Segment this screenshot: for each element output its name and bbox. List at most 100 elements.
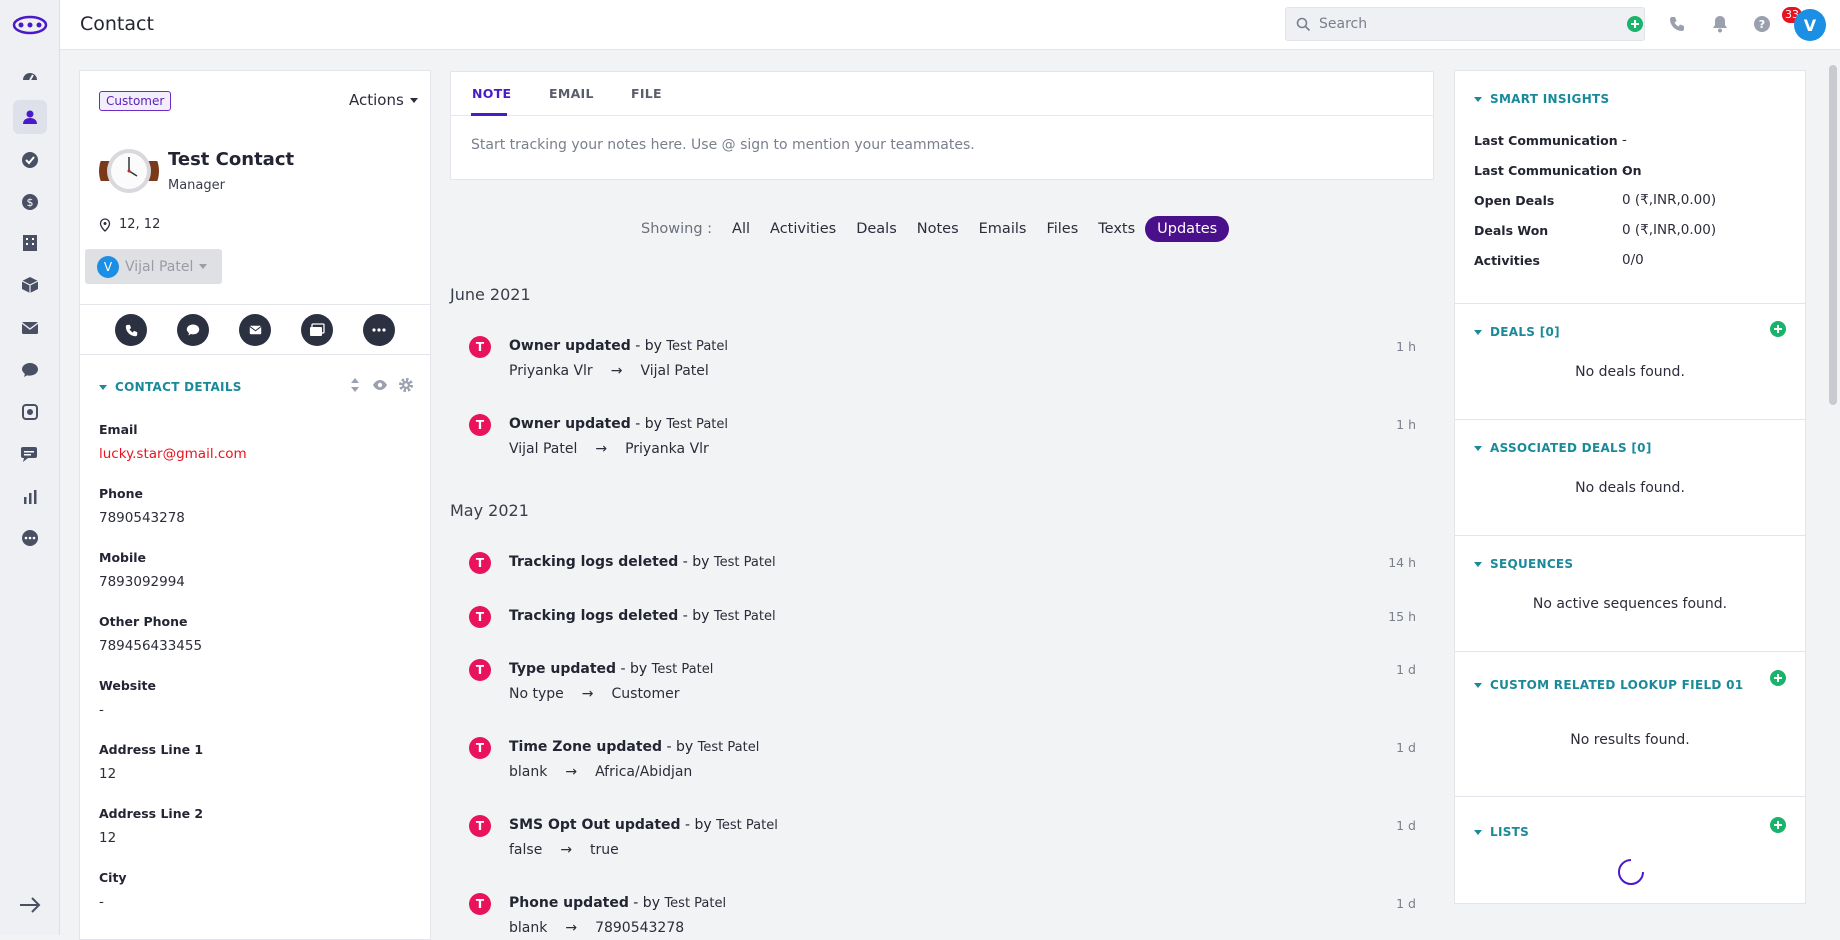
settings-gear-icon[interactable] <box>398 377 414 393</box>
email-link[interactable]: lucky.star@gmail.com <box>99 446 247 462</box>
more-actions-button[interactable] <box>363 314 395 346</box>
arrow-icon: → <box>565 920 578 935</box>
event-user: Test Patel <box>664 896 727 911</box>
event-by: - by <box>630 416 667 432</box>
owner-select[interactable]: V Vijal Patel <box>85 249 222 284</box>
chat-icon[interactable] <box>19 359 41 381</box>
reports-icon[interactable] <box>19 486 41 508</box>
caret-down-icon <box>99 384 107 390</box>
user-avatar: T <box>469 815 491 837</box>
phone-icon[interactable] <box>1666 13 1688 35</box>
event-by: - by <box>678 554 714 570</box>
filter-updates[interactable]: Updates <box>1145 216 1230 242</box>
app-logo[interactable] <box>12 14 48 36</box>
sort-icon[interactable] <box>348 377 362 393</box>
deals-section: DEALS [0] No deals found. <box>1455 304 1805 420</box>
divider <box>451 115 1433 116</box>
arrow-icon: → <box>560 842 573 858</box>
call-button[interactable] <box>115 314 147 346</box>
filter-emails[interactable]: Emails <box>969 216 1037 242</box>
deals-icon[interactable]: $ <box>19 191 41 213</box>
contacts-icon[interactable] <box>13 100 47 134</box>
automation-icon[interactable] <box>19 401 41 423</box>
arrow-icon: → <box>581 686 594 702</box>
details-tools <box>348 377 414 393</box>
search-box[interactable] <box>1285 7 1645 41</box>
change-to: true <box>590 842 619 858</box>
event-title: Tracking logs deleted <box>509 554 679 570</box>
event-title: Type updated <box>509 661 617 677</box>
add-icon[interactable] <box>1624 13 1646 35</box>
event-time: 14 h <box>1388 555 1416 570</box>
contact-photo[interactable] <box>99 141 159 201</box>
svg-text:?: ? <box>1759 18 1765 31</box>
stacked-mail-icon <box>310 323 325 336</box>
products-icon[interactable] <box>19 274 41 296</box>
scrollbar-thumb[interactable] <box>1829 65 1837 405</box>
left-nav: $ <box>0 0 60 935</box>
section-title: ASSOCIATED DEALS [0] <box>1490 441 1652 455</box>
add-deal-icon[interactable] <box>1770 321 1786 337</box>
phone-icon <box>125 324 137 336</box>
field-value: 7890543278 <box>99 510 185 526</box>
search-input[interactable] <box>1319 16 1619 32</box>
smart-insights-toggle[interactable]: SMART INSIGHTS <box>1474 92 1609 106</box>
divider <box>80 304 430 305</box>
event-title: Owner updated <box>509 416 631 432</box>
more-icon[interactable] <box>19 527 41 549</box>
deals-toggle[interactable]: DEALS [0] <box>1474 325 1560 339</box>
event-user: Test Patel <box>651 662 714 677</box>
owner-avatar: V <box>97 255 119 278</box>
email-button[interactable] <box>239 314 271 346</box>
insight-value: 0 (₹,INR,0.00) <box>1622 222 1717 238</box>
tasks-icon[interactable] <box>19 149 41 171</box>
dashboard-icon[interactable] <box>19 65 41 87</box>
filter-activities[interactable]: Activities <box>760 216 846 242</box>
section-title: CUSTOM RELATED LOOKUP FIELD 01 <box>1490 678 1744 692</box>
eye-icon[interactable] <box>372 377 388 393</box>
page-scrollbar[interactable] <box>1826 60 1840 935</box>
note-composer: NOTE EMAIL FILE Start tracking your note… <box>450 71 1434 180</box>
filter-files[interactable]: Files <box>1036 216 1088 242</box>
tab-email[interactable]: EMAIL <box>549 86 594 101</box>
caret-down-icon <box>1474 96 1482 102</box>
filter-deals[interactable]: Deals <box>846 216 907 242</box>
actions-menu[interactable]: Actions <box>349 91 418 109</box>
tab-note[interactable]: NOTE <box>472 86 511 101</box>
change-from: false <box>509 842 543 858</box>
contact-tag[interactable]: Customer <box>99 91 172 111</box>
arrow-icon: → <box>565 764 578 780</box>
add-lookup-icon[interactable] <box>1770 670 1786 686</box>
notifications-icon[interactable] <box>1709 13 1731 35</box>
note-input[interactable]: Start tracking your notes here. Use @ si… <box>471 137 975 153</box>
field-other-phone: Other Phone 789456433455 <box>99 614 202 654</box>
help-icon[interactable]: ? <box>1751 13 1773 35</box>
add-list-icon[interactable] <box>1770 817 1786 833</box>
user-avatar[interactable]: V <box>1794 9 1826 41</box>
email-icon[interactable] <box>19 317 41 339</box>
section-title: SEQUENCES <box>1490 557 1574 571</box>
contact-role: Manager <box>168 178 225 193</box>
sms-icon[interactable] <box>19 443 41 465</box>
lists-toggle[interactable]: LISTS <box>1474 825 1529 839</box>
tab-file[interactable]: FILE <box>631 86 662 101</box>
associated-deals-toggle[interactable]: ASSOCIATED DEALS [0] <box>1474 441 1652 455</box>
custom-lookup-toggle[interactable]: CUSTOM RELATED LOOKUP FIELD 01 <box>1474 678 1743 692</box>
bulk-email-button[interactable] <box>301 314 333 346</box>
contact-details-toggle[interactable]: CONTACT DETAILS <box>99 380 242 394</box>
sms-button[interactable] <box>177 314 209 346</box>
filter-notes[interactable]: Notes <box>907 216 969 242</box>
change-from: Priyanka Vlr <box>509 363 593 379</box>
filter-all[interactable]: All <box>722 216 760 242</box>
event-user: Test Patel <box>697 740 760 755</box>
page-title: Contact <box>80 13 154 35</box>
expand-nav-icon[interactable] <box>18 895 42 919</box>
sequences-toggle[interactable]: SEQUENCES <box>1474 557 1573 571</box>
event-by: - by <box>616 661 652 677</box>
companies-icon[interactable] <box>19 232 41 254</box>
contact-location: 12, 12 <box>99 217 160 232</box>
insights-panel: SMART INSIGHTS Last Communication - Last … <box>1454 70 1806 904</box>
timeline-item: T Phone updated - by Test Patel 1 d blan… <box>469 893 1416 935</box>
filter-texts[interactable]: Texts <box>1088 216 1145 242</box>
month-heading: June 2021 <box>450 285 531 304</box>
